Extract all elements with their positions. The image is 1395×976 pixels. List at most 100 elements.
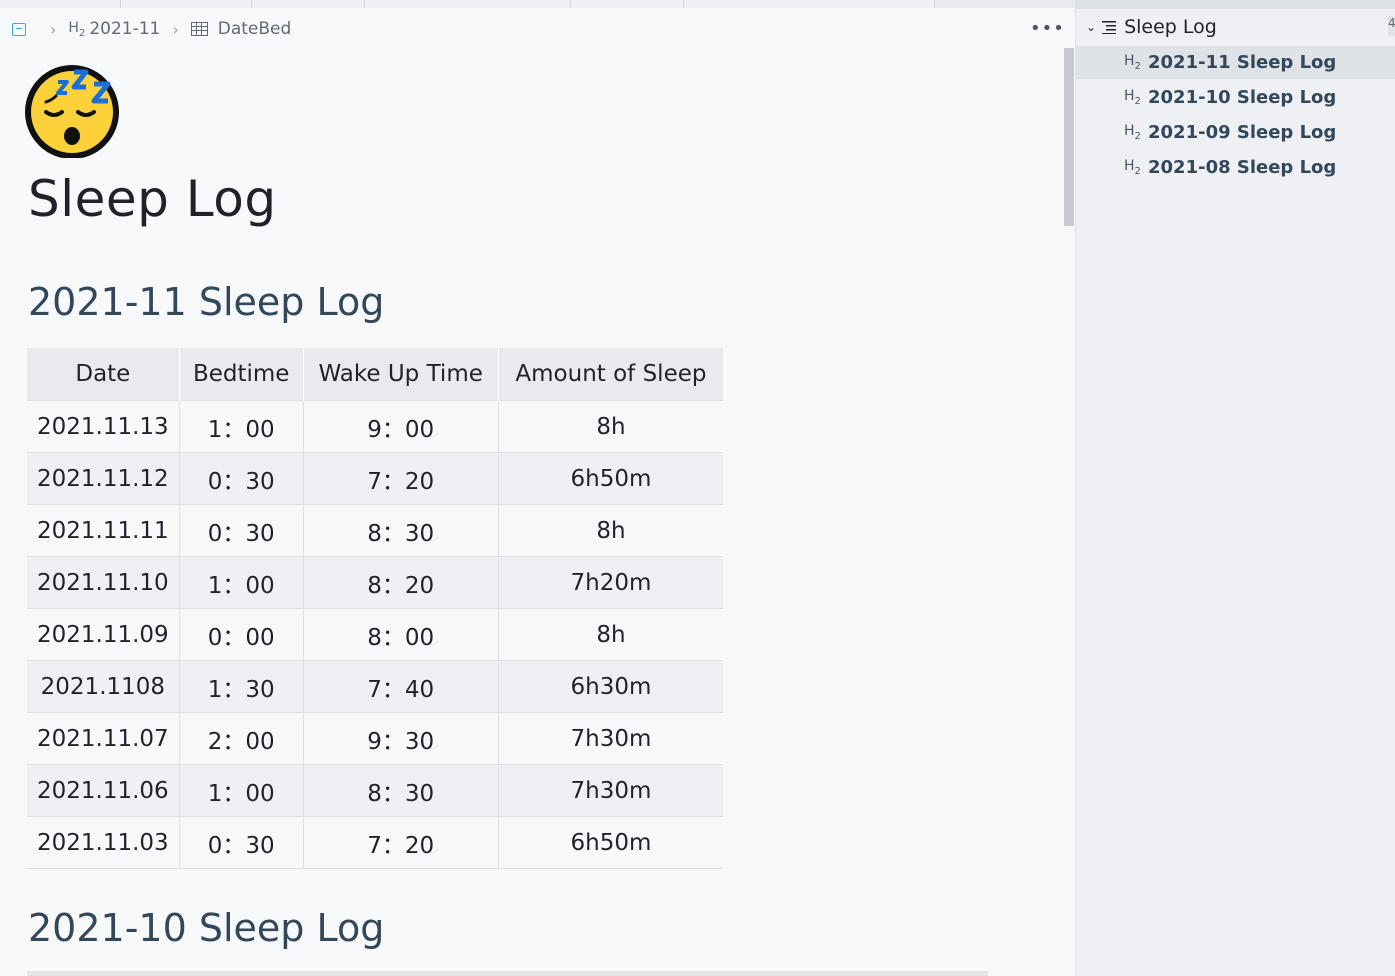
wake-time-cell[interactable]: 9：30: [303, 712, 499, 765]
date-cell[interactable]: 2021.11.09: [27, 608, 180, 661]
wake-time-cell[interactable]: 7：20: [303, 816, 499, 869]
heading-level: 2: [1134, 60, 1141, 72]
bedtime-cell[interactable]: 0：00: [179, 608, 304, 661]
heading-level-icon: H2: [1124, 123, 1141, 142]
outline-list-icon: [1102, 20, 1117, 34]
date-cell[interactable]: 2021.11.12: [27, 452, 180, 505]
tab[interactable]: [684, 0, 935, 8]
heading-tag: H: [1124, 123, 1135, 140]
heading-level: 2: [1134, 165, 1141, 177]
date-cell[interactable]: 2021.1108: [27, 660, 180, 713]
sleep-log-table: Date Bedtime Wake Up Time Amount of Slee…: [27, 348, 724, 869]
table-row: 2021.11.10 1：00 8：20 7h20m: [27, 556, 724, 609]
sleep-amount-cell[interactable]: 7h30m: [498, 712, 724, 765]
heading-level: 2: [1134, 130, 1141, 142]
wake-time-cell[interactable]: 9：00: [303, 400, 499, 453]
bedtime-cell[interactable]: 1：30: [179, 660, 304, 713]
table-row: 2021.11.12 0：30 7：20 6h50m: [27, 452, 724, 505]
sleep-amount-cell[interactable]: 7h30m: [498, 764, 724, 817]
outline-root-item[interactable]: ⌄ Sleep Log: [1086, 14, 1217, 40]
table-row: 2021.1108 1：30 7：40 6h30m: [27, 660, 724, 713]
date-cell[interactable]: 2021.11.13: [27, 400, 180, 453]
tab[interactable]: [252, 0, 365, 8]
chevron-right-icon: ›: [172, 19, 179, 39]
sleep-amount-cell[interactable]: 7h20m: [498, 556, 724, 609]
outline-item[interactable]: H2 2021-11 Sleep Log: [1076, 46, 1395, 79]
sleep-amount-cell[interactable]: 6h50m: [498, 452, 724, 505]
date-cell[interactable]: 2021.11.07: [27, 712, 180, 765]
bedtime-cell[interactable]: 1：00: [179, 556, 304, 609]
outline-panel: ⌄ Sleep Log 4 H2 2021-11 Sleep Log H2 20…: [1075, 0, 1395, 976]
sleeping-face-icon[interactable]: [22, 60, 122, 158]
table-header-row: Date Bedtime Wake Up Time Amount of Slee…: [27, 348, 724, 401]
sleep-amount-cell[interactable]: 6h30m: [498, 660, 724, 713]
heading-level: 2: [1134, 95, 1141, 107]
table-row: 2021.11.03 0：30 7：20 6h50m: [27, 816, 724, 869]
heading-tag: H: [1124, 158, 1135, 175]
wake-time-cell[interactable]: 8：20: [303, 556, 499, 609]
bedtime-cell[interactable]: 1：00: [179, 400, 304, 453]
outline-header-bar: [1076, 0, 1395, 9]
date-cell[interactable]: 2021.11.06: [27, 764, 180, 817]
column-header[interactable]: Wake Up Time: [303, 348, 499, 401]
heading-level-icon: H2: [1124, 88, 1141, 107]
document-icon[interactable]: [12, 22, 26, 36]
bedtime-cell[interactable]: 0：30: [179, 452, 304, 505]
chevron-down-icon[interactable]: ⌄: [1086, 20, 1096, 34]
bedtime-cell[interactable]: 0：30: [179, 504, 304, 557]
heading-level: 2: [78, 27, 86, 39]
tab[interactable]: [571, 0, 684, 8]
section-heading[interactable]: 2021-10 Sleep Log: [28, 906, 384, 950]
tab[interactable]: [0, 0, 121, 8]
heading-tag: H: [68, 19, 79, 36]
wake-time-cell[interactable]: 8：30: [303, 504, 499, 557]
more-options-button[interactable]: •••: [1030, 18, 1062, 39]
wake-time-cell[interactable]: 7：40: [303, 660, 499, 713]
sleep-amount-cell[interactable]: 6h50m: [498, 816, 724, 869]
column-header[interactable]: Amount of Sleep: [498, 348, 724, 401]
outline-item[interactable]: H2 2021-10 Sleep Log: [1076, 81, 1395, 114]
date-cell[interactable]: 2021.11.10: [27, 556, 180, 609]
sleep-amount-cell[interactable]: 8h: [498, 400, 724, 453]
chevron-right-icon: ›: [50, 19, 57, 39]
section-heading[interactable]: 2021-11 Sleep Log: [28, 280, 384, 324]
sleep-amount-cell[interactable]: 8h: [498, 608, 724, 661]
breadcrumb-section[interactable]: 2021-11: [89, 19, 160, 39]
outline-item-label: 2021-08 Sleep Log: [1148, 157, 1337, 178]
heading-tag: H: [1124, 53, 1135, 70]
heading-level-icon: H2: [68, 20, 85, 39]
outline-item-label: 2021-09 Sleep Log: [1148, 122, 1337, 143]
table-icon: [190, 22, 208, 36]
editor-main: › H2 2021-11 › DateBed ••• Sleep Log 202…: [0, 8, 1062, 976]
bedtime-cell[interactable]: 1：00: [179, 764, 304, 817]
date-cell[interactable]: 2021.11.11: [27, 504, 180, 557]
column-header[interactable]: Bedtime: [179, 348, 304, 401]
table-row: 2021.11.13 1：00 9：00 8h: [27, 400, 724, 453]
wake-time-cell[interactable]: 8：30: [303, 764, 499, 817]
app-window: › H2 2021-11 › DateBed ••• Sleep Log 202…: [0, 0, 1395, 976]
sleep-amount-cell[interactable]: 8h: [498, 504, 724, 557]
outline-badge: 4: [1388, 16, 1395, 36]
column-header[interactable]: Date: [27, 348, 180, 401]
tab[interactable]: [121, 0, 252, 8]
breadcrumb-table[interactable]: DateBed: [218, 19, 292, 39]
scrollbar-thumb[interactable]: [1064, 48, 1074, 226]
outline-item[interactable]: H2 2021-08 Sleep Log: [1076, 151, 1395, 184]
heading-level-icon: H2: [1124, 158, 1141, 177]
outline-root-label: Sleep Log: [1124, 16, 1217, 38]
date-cell[interactable]: 2021.11.03: [27, 816, 180, 869]
bedtime-cell[interactable]: 2：00: [179, 712, 304, 765]
tab[interactable]: [365, 0, 571, 8]
page-title[interactable]: Sleep Log: [28, 170, 277, 228]
bedtime-cell[interactable]: 0：30: [179, 816, 304, 869]
outline-item-label: 2021-11 Sleep Log: [1148, 52, 1337, 73]
table-row: 2021.11.06 1：00 8：30 7h30m: [27, 764, 724, 817]
wake-time-cell[interactable]: 7：20: [303, 452, 499, 505]
breadcrumb: › H2 2021-11 › DateBed: [12, 16, 291, 42]
heading-level-icon: H2: [1124, 53, 1141, 72]
wake-time-cell[interactable]: 8：00: [303, 608, 499, 661]
outline-item[interactable]: H2 2021-09 Sleep Log: [1076, 116, 1395, 149]
table-row: 2021.11.11 0：30 8：30 8h: [27, 504, 724, 557]
next-table-header: [27, 971, 988, 976]
outline-item-label: 2021-10 Sleep Log: [1148, 87, 1337, 108]
